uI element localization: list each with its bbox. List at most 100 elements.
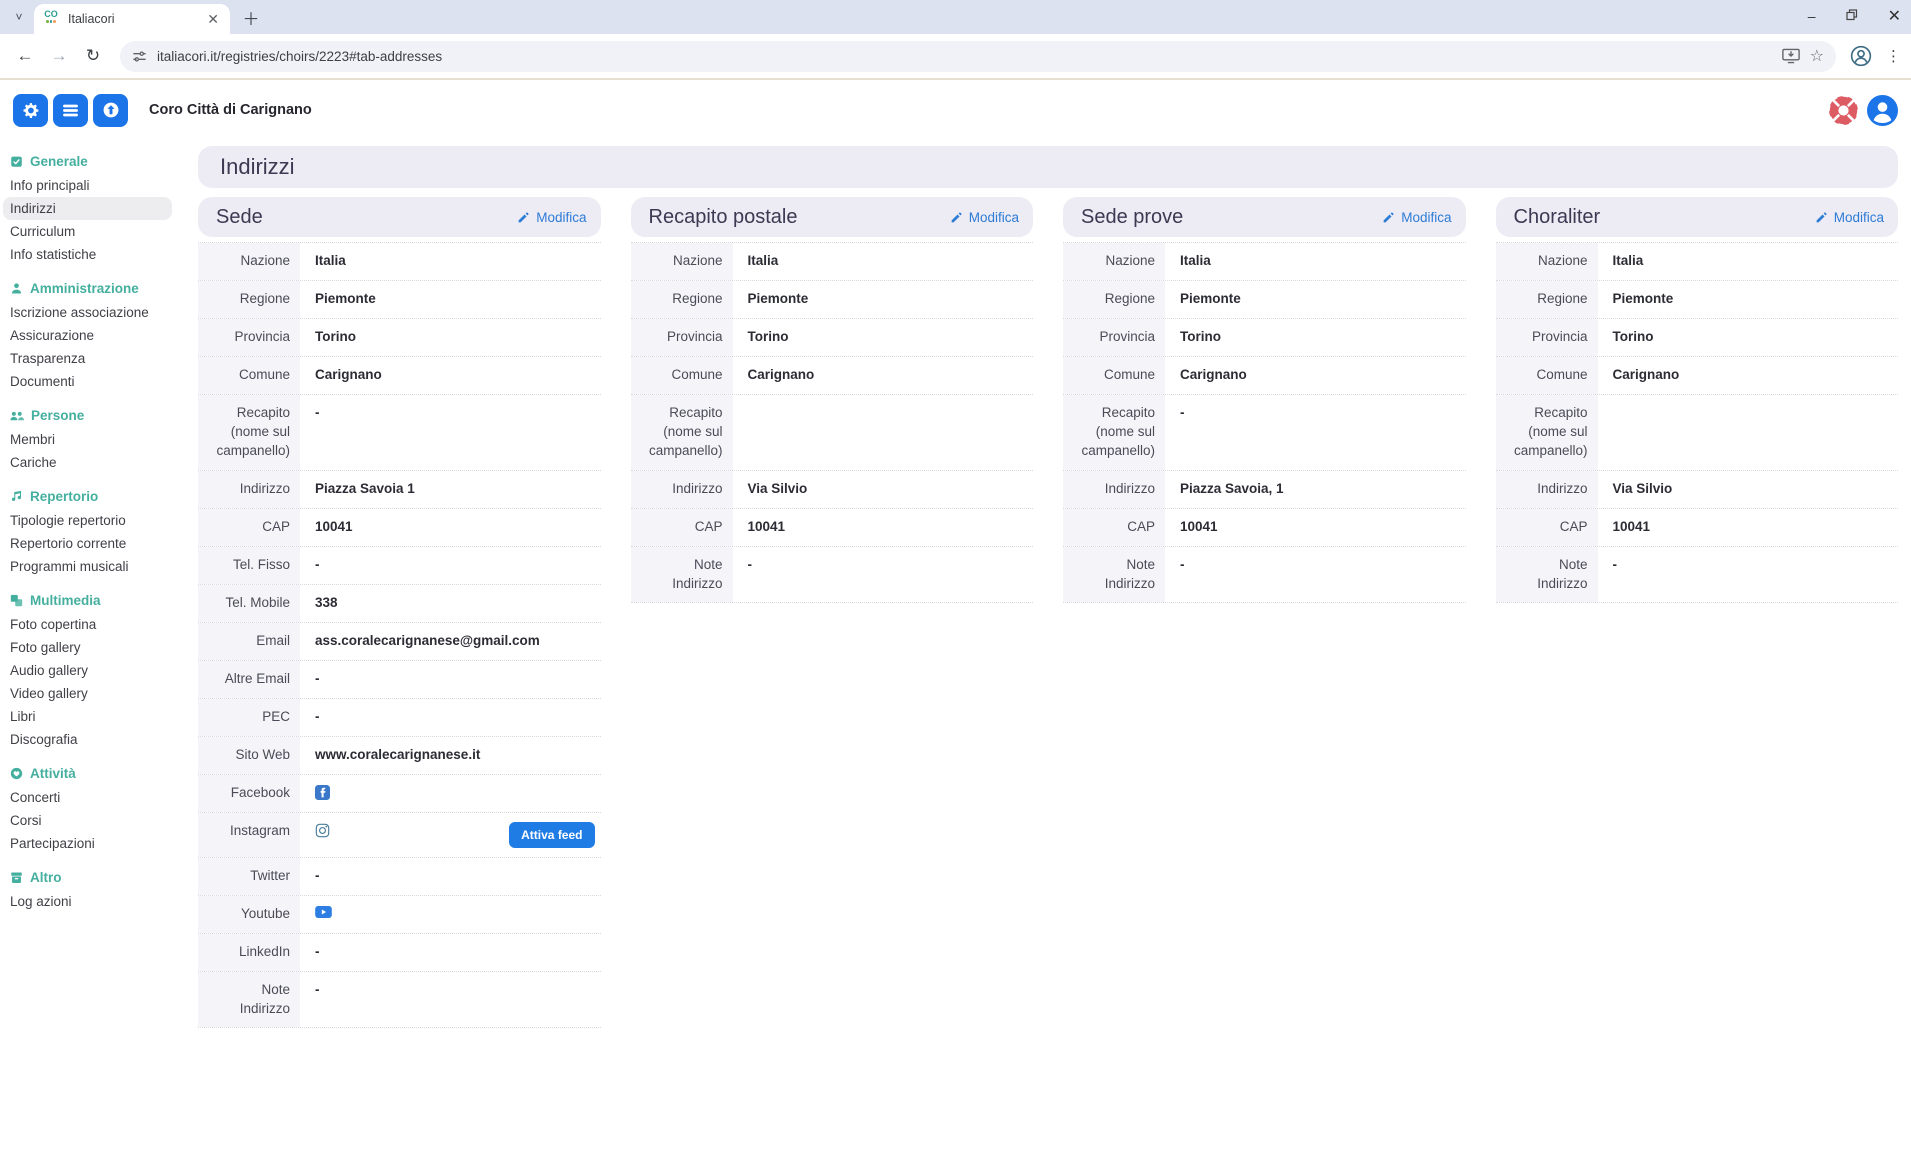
sidebar-item-discografia[interactable]: Discografia	[10, 728, 180, 751]
sidebar-item-assicurazione[interactable]: Assicurazione	[10, 324, 180, 347]
sidebar-item-foto-gallery[interactable]: Foto gallery	[10, 636, 180, 659]
field-label: Instagram	[198, 813, 300, 857]
card-table: NazioneItaliaRegionePiemonteProvinciaTor…	[631, 242, 1034, 603]
upload-button[interactable]	[93, 94, 128, 127]
field-value: -	[1165, 547, 1466, 603]
url-text[interactable]: italiacori.it/registries/choirs/2223#tab…	[157, 49, 1772, 64]
sidebar-item-membri[interactable]: Membri	[10, 428, 180, 451]
field-label: Recapito (nome sul campanello)	[198, 395, 300, 470]
address-bar[interactable]: italiacori.it/registries/choirs/2223#tab…	[120, 41, 1836, 72]
browser-tab[interactable]: CO Italiacori ✕	[34, 4, 230, 34]
window-restore-button[interactable]	[1846, 8, 1858, 24]
sidebar-item-audio-gallery[interactable]: Audio gallery	[10, 659, 180, 682]
field-value-text: -	[1180, 404, 1185, 423]
sidebar-section-label: Amministrazione	[30, 281, 139, 296]
field-value-text: -	[315, 981, 320, 1000]
tab-close-icon[interactable]: ✕	[204, 11, 222, 28]
browser-profile-icon[interactable]	[1850, 45, 1872, 67]
address-cards: SedeModificaNazioneItaliaRegionePiemonte…	[198, 197, 1898, 1028]
field-row-regione: RegionePiemonte	[1063, 281, 1466, 319]
sidebar-item-foto-copertina[interactable]: Foto copertina	[10, 613, 180, 636]
sidebar-item-info-statistiche[interactable]: Info statistiche	[10, 243, 180, 266]
modifica-label: Modifica	[1834, 210, 1884, 225]
field-label: Regione	[1496, 281, 1598, 318]
sidebar-item-corsi[interactable]: Corsi	[10, 809, 180, 832]
user-avatar-icon[interactable]	[1867, 95, 1898, 126]
new-tab-button[interactable]: ＋	[238, 4, 264, 30]
field-row-nazione: NazioneItalia	[1496, 243, 1899, 281]
address-card-choraliter: ChoraliterModificaNazioneItaliaRegionePi…	[1496, 197, 1899, 603]
window-close-button[interactable]: ✕	[1888, 6, 1901, 26]
field-row-pec: PEC-	[198, 699, 601, 737]
sidebar-item-curriculum[interactable]: Curriculum	[10, 220, 180, 243]
field-label: Indirizzo	[1063, 471, 1165, 508]
field-value: Torino	[1165, 319, 1466, 356]
main-panel: Indirizzi SedeModificaNazioneItaliaRegio…	[180, 140, 1911, 1028]
pencil-icon	[1815, 211, 1828, 224]
heart-circle-icon	[10, 767, 23, 780]
field-value	[1598, 395, 1899, 470]
help-lifering-icon[interactable]	[1828, 95, 1859, 126]
sidebar-item-partecipazioni[interactable]: Partecipazioni	[10, 832, 180, 855]
back-icon[interactable]: ←	[10, 41, 40, 71]
sidebar-item-trasparenza[interactable]: Trasparenza	[10, 347, 180, 370]
sidebar-item-iscrizione-associazione[interactable]: Iscrizione associazione	[10, 301, 180, 324]
sidebar-section-label: Multimedia	[30, 593, 101, 608]
attiva-feed-button[interactable]: Attiva feed	[509, 822, 594, 848]
sidebar-section-header: Generale	[10, 154, 180, 169]
field-value: Piazza Savoia, 1	[1165, 471, 1466, 508]
sidebar-item-tipologie-repertorio[interactable]: Tipologie repertorio	[10, 509, 180, 532]
sidebar-item-indirizzi[interactable]: Indirizzi	[3, 197, 172, 220]
field-value-text: -	[748, 556, 753, 575]
sidebar-item-info-principali[interactable]: Info principali	[10, 174, 180, 197]
sidebar-item-libri[interactable]: Libri	[10, 705, 180, 728]
card-table: NazioneItaliaRegionePiemonteProvinciaTor…	[198, 242, 601, 1028]
field-value: Piemonte	[300, 281, 601, 318]
modifica-button[interactable]: Modifica	[517, 210, 586, 225]
window-minimize-button[interactable]: –	[1808, 8, 1816, 24]
tab-search-icon[interactable]: ˅	[6, 4, 32, 30]
card-header: Sede proveModifica	[1063, 197, 1466, 237]
menu-button[interactable]	[53, 94, 88, 127]
field-row-cap: CAP10041	[1496, 509, 1899, 547]
field-label: Provincia	[1496, 319, 1598, 356]
facebook-icon[interactable]	[315, 785, 330, 800]
modifica-button[interactable]: Modifica	[1382, 210, 1451, 225]
bookmark-star-icon[interactable]: ☆	[1810, 46, 1824, 66]
field-row-linkedin: LinkedIn-	[198, 934, 601, 972]
install-app-icon[interactable]	[1782, 48, 1800, 64]
card-table: NazioneItaliaRegionePiemonteProvinciaTor…	[1063, 242, 1466, 603]
modifica-button[interactable]: Modifica	[1815, 210, 1884, 225]
field-value: Carignano	[733, 357, 1034, 394]
field-value: -	[300, 699, 601, 736]
site-settings-icon[interactable]	[132, 49, 147, 64]
forward-icon[interactable]: →	[44, 41, 74, 71]
browser-menu-icon[interactable]: ⋮	[1886, 47, 1901, 65]
sidebar-section-header: Amministrazione	[10, 281, 180, 296]
field-row-sito-web: Sito Webwww.coralecarignanese.it	[198, 737, 601, 775]
sidebar-item-concerti[interactable]: Concerti	[10, 786, 180, 809]
settings-button[interactable]	[13, 94, 48, 127]
field-value: -	[300, 934, 601, 971]
field-row-provincia: ProvinciaTorino	[1496, 319, 1899, 357]
sidebar-item-video-gallery[interactable]: Video gallery	[10, 682, 180, 705]
sidebar-item-documenti[interactable]: Documenti	[10, 370, 180, 393]
field-value-text: Via Silvio	[1613, 480, 1673, 499]
modifica-label: Modifica	[536, 210, 586, 225]
sidebar-item-cariche[interactable]: Cariche	[10, 451, 180, 474]
sidebar-section-altro: AltroLog azioni	[10, 870, 180, 913]
field-value-text: Italia	[748, 252, 779, 271]
field-value: 10041	[733, 509, 1034, 546]
modifica-button[interactable]: Modifica	[950, 210, 1019, 225]
field-value: Italia	[300, 243, 601, 280]
sidebar-item-log-azioni[interactable]: Log azioni	[10, 890, 180, 913]
sidebar-item-repertorio-corrente[interactable]: Repertorio corrente	[10, 532, 180, 555]
instagram-icon[interactable]	[315, 823, 330, 838]
people-icon	[10, 410, 24, 422]
youtube-icon[interactable]	[315, 906, 332, 918]
sidebar-item-programmi-musicali[interactable]: Programmi musicali	[10, 555, 180, 578]
pencil-icon	[950, 211, 963, 224]
field-value	[300, 775, 601, 812]
field-row-youtube: Youtube	[198, 896, 601, 934]
reload-icon[interactable]: ↻	[78, 41, 108, 71]
